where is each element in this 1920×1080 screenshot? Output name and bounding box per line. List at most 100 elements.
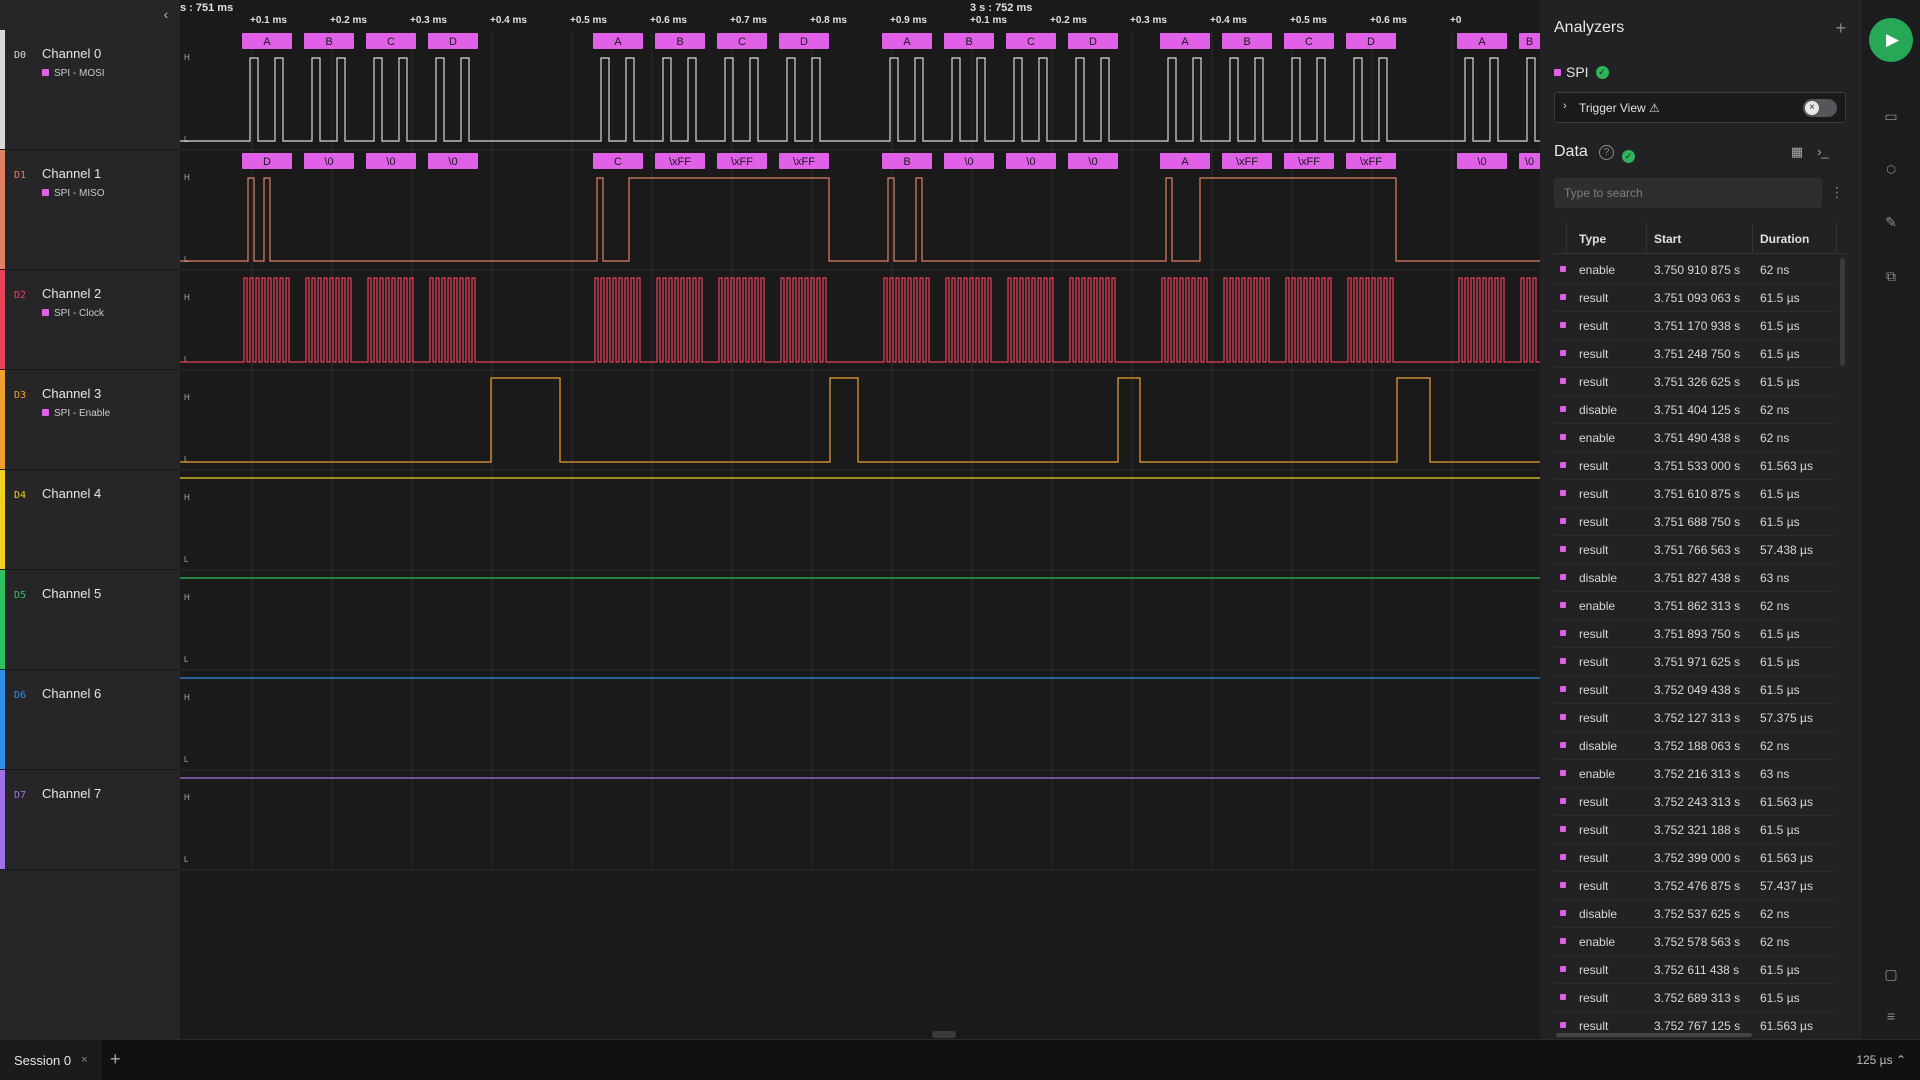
channel-color-bar: [0, 570, 5, 669]
tab-session-0[interactable]: Session 0 ×: [0, 1040, 102, 1080]
row-start: 3.751 490 438 s: [1654, 431, 1741, 445]
table-scrollbar[interactable]: [1840, 258, 1845, 366]
table-row[interactable]: disable 3.751 827 438 s 63 ns: [1554, 564, 1836, 592]
table-row[interactable]: result 3.752 321 188 s 61.5 µs: [1554, 816, 1836, 844]
play-icon[interactable]: ▶: [1869, 18, 1913, 62]
high-level-label: H: [184, 393, 190, 402]
analyzer-icon[interactable]: ⬡: [1877, 158, 1905, 182]
table-row[interactable]: enable 3.752 578 563 s 62 ns: [1554, 928, 1836, 956]
table-row[interactable]: disable 3.751 404 125 s 62 ns: [1554, 396, 1836, 424]
channel-list-panel: ‹ D0 Channel 0 SPI - MOSI D1 Channel 1 SPI - …: [0, 0, 180, 1039]
timeline-tick-label: +0.4 ms: [1210, 15, 1247, 26]
plus-icon[interactable]: +: [110, 1049, 121, 1070]
chevron-left-icon[interactable]: ‹: [158, 6, 174, 22]
channel-id: D4: [14, 490, 27, 501]
mosi-label: D: [449, 36, 457, 48]
miso-label: \xFF: [1236, 156, 1258, 168]
trigger-view-toggle[interactable]: ×: [1803, 99, 1837, 117]
row-type: enable: [1579, 431, 1616, 445]
channel-name: Channel 3: [42, 386, 102, 401]
row-type: enable: [1579, 767, 1616, 781]
timeline-tick-label: +0.1 ms: [970, 15, 1007, 26]
zoom-level[interactable]: 125 µs ⌃: [1856, 1053, 1906, 1067]
help-icon[interactable]: ?: [1599, 145, 1614, 160]
table-hscrollbar[interactable]: [1556, 1033, 1752, 1037]
channel-row-4[interactable]: D4 Channel 4: [0, 470, 180, 570]
timeline-header[interactable]: [180, 0, 1540, 30]
channel-row-7[interactable]: D7 Channel 7: [0, 770, 180, 870]
mosi-label: C: [1305, 36, 1313, 48]
table-row[interactable]: result 3.752 611 438 s 61.5 µs: [1554, 956, 1836, 984]
feedback-icon[interactable]: ▢: [1877, 962, 1905, 986]
channel-color-bar: [0, 470, 5, 569]
waveform-scrollbar[interactable]: [932, 1031, 956, 1038]
channel-row-3[interactable]: D3 Channel 3 SPI - Enable: [0, 370, 180, 470]
chevron-right-icon[interactable]: ›: [1563, 100, 1567, 112]
row-duration: 61.5 µs: [1760, 627, 1800, 641]
row-start: 3.751 170 938 s: [1654, 319, 1741, 333]
measure-icon[interactable]: ✎: [1877, 210, 1905, 234]
mosi-label: D: [800, 36, 808, 48]
plus-icon[interactable]: +: [1835, 18, 1846, 39]
table-row[interactable]: result 3.752 689 313 s 61.5 µs: [1554, 984, 1836, 1012]
column-header-start[interactable]: Start: [1654, 232, 1681, 246]
spi-analyzer-item[interactable]: SPI ✓: [1554, 64, 1609, 80]
table-row[interactable]: result 3.751 971 625 s 61.5 µs: [1554, 648, 1836, 676]
extensions-icon[interactable]: ⧉: [1877, 264, 1905, 288]
table-row[interactable]: disable 3.752 537 625 s 62 ns: [1554, 900, 1836, 928]
analyzer-color-swatch: [42, 189, 49, 196]
table-row[interactable]: enable 3.751 862 313 s 62 ns: [1554, 592, 1836, 620]
high-level-label: H: [184, 53, 190, 62]
menu-icon[interactable]: ≡: [1877, 1004, 1905, 1028]
waveform-canvas[interactable]: s : 751 ms 3 s : 752 ms+0.1 ms +0.2 ms +0.3…: [180, 0, 1540, 1039]
table-row[interactable]: result 3.751 893 750 s 61.5 µs: [1554, 620, 1836, 648]
table-row[interactable]: result 3.751 610 875 s 61.5 µs: [1554, 480, 1836, 508]
row-type: result: [1579, 543, 1609, 557]
row-type: result: [1579, 655, 1609, 669]
channel-row-1[interactable]: D1 Channel 1 SPI - MISO: [0, 150, 180, 270]
more-options-icon[interactable]: ⋮: [1830, 184, 1844, 201]
channel-row-6[interactable]: D6 Channel 6: [0, 670, 180, 770]
channel-row-5[interactable]: D5 Channel 5: [0, 570, 180, 670]
table-view-icon[interactable]: ▦: [1788, 144, 1806, 160]
table-row[interactable]: enable 3.750 910 875 s 62 ns: [1554, 256, 1836, 284]
channel-row-0[interactable]: D0 Channel 0 SPI - MOSI: [0, 30, 180, 150]
device-icon[interactable]: ▭: [1877, 104, 1905, 128]
table-row[interactable]: result 3.751 766 563 s 57.438 µs: [1554, 536, 1836, 564]
table-row[interactable]: result 3.751 093 063 s 61.5 µs: [1554, 284, 1836, 312]
row-color-swatch: [1560, 462, 1566, 468]
right-sidebar: ▶ ▭ ⬡ ✎ ⧉ ▢ ≡: [1860, 0, 1920, 1039]
waveform-area[interactable]: s : 751 ms 3 s : 752 ms +0.1 ms +0.2 ms +0.3…: [180, 0, 1540, 1039]
table-row[interactable]: result 3.752 476 875 s 57.437 µs: [1554, 872, 1836, 900]
timeline-tick-label: +0.4 ms: [490, 15, 527, 26]
table-row[interactable]: result 3.752 399 000 s 61.563 µs: [1554, 844, 1836, 872]
trigger-view-row[interactable]: › Trigger View ⚠ ×: [1554, 92, 1846, 123]
table-row[interactable]: result 3.751 688 750 s 61.5 µs: [1554, 508, 1836, 536]
table-row[interactable]: result 3.752 243 313 s 61.563 µs: [1554, 788, 1836, 816]
table-row[interactable]: result 3.751 248 750 s 61.5 µs: [1554, 340, 1836, 368]
row-color-swatch: [1560, 714, 1566, 720]
terminal-view-icon[interactable]: ›_: [1814, 144, 1832, 160]
row-start: 3.751 610 875 s: [1654, 487, 1741, 501]
table-row[interactable]: result 3.751 533 000 s 61.563 µs: [1554, 452, 1836, 480]
table-row[interactable]: result 3.752 127 313 s 57.375 µs: [1554, 704, 1836, 732]
table-row[interactable]: result 3.752 049 438 s 61.5 µs: [1554, 676, 1836, 704]
miso-label: \xFF: [793, 156, 815, 168]
table-row[interactable]: enable 3.751 490 438 s 62 ns: [1554, 424, 1836, 452]
timeline-tick-label: +0.1 ms: [250, 15, 287, 26]
close-icon[interactable]: ×: [81, 1054, 87, 1066]
table-row[interactable]: enable 3.752 216 313 s 63 ns: [1554, 760, 1836, 788]
row-type: result: [1579, 627, 1609, 641]
channel-row-2[interactable]: D2 Channel 2 SPI - Clock: [0, 270, 180, 370]
channel-name: Channel 4: [42, 486, 102, 501]
column-header-duration[interactable]: Duration: [1760, 232, 1809, 246]
table-row[interactable]: disable 3.752 188 063 s 62 ns: [1554, 732, 1836, 760]
mosi-label: C: [738, 36, 746, 48]
row-type: result: [1579, 347, 1609, 361]
table-row[interactable]: result 3.751 170 938 s 61.5 µs: [1554, 312, 1836, 340]
search-input[interactable]: [1554, 178, 1822, 208]
timeline-tick-label: +0.6 ms: [650, 15, 687, 26]
row-type: result: [1579, 879, 1609, 893]
table-row[interactable]: result 3.751 326 625 s 61.5 µs: [1554, 368, 1836, 396]
column-header-type[interactable]: Type: [1579, 232, 1606, 246]
